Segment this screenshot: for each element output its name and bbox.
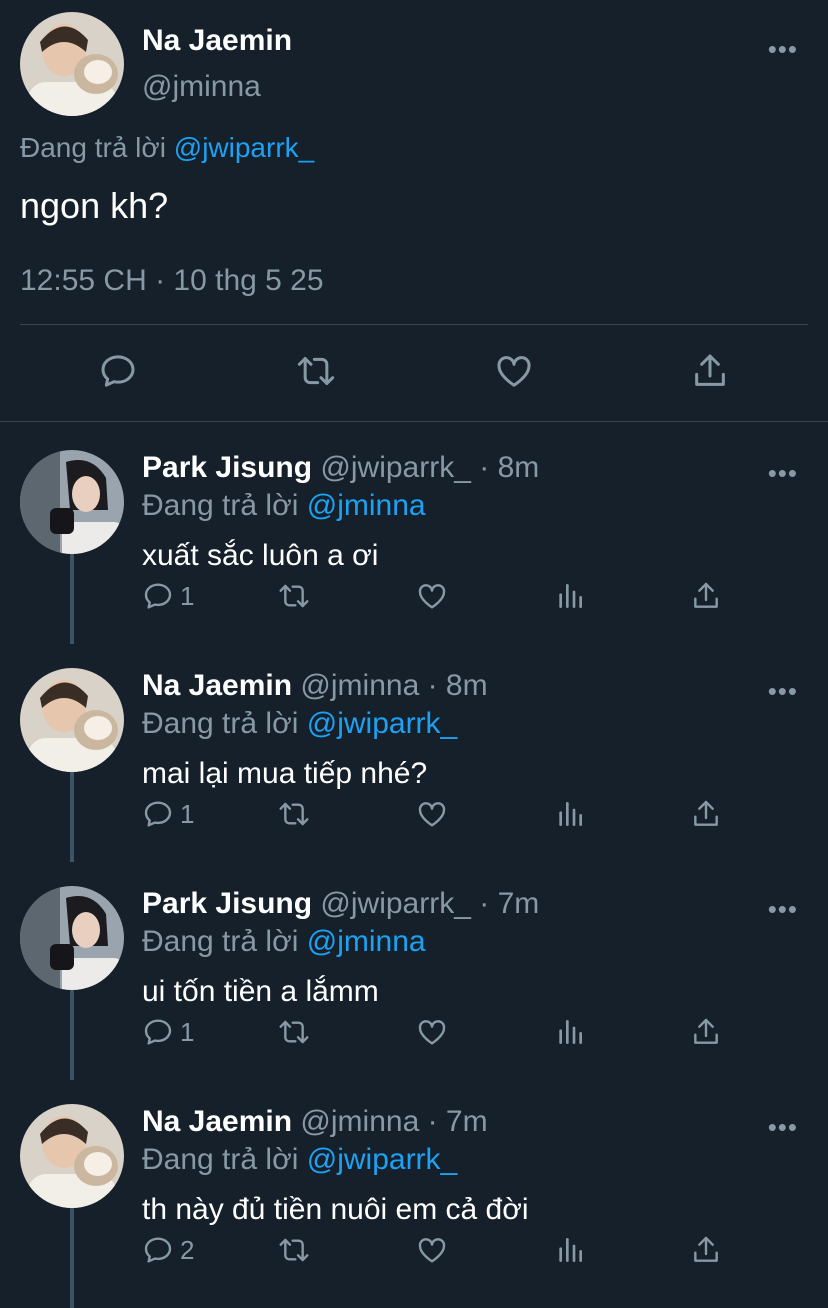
replying-to: Đang trả lời @jwiparrk_	[142, 706, 808, 742]
like-icon[interactable]	[416, 1234, 448, 1266]
mention-link[interactable]: @jminna	[307, 925, 426, 958]
replying-to: Đang trả lời @jminna	[142, 924, 808, 960]
like-icon[interactable]	[416, 798, 448, 830]
main-tweet: Na Jaemin @jminna ••• Đang trả lời @jwip…	[0, 0, 828, 325]
replying-to-label: Đang trả lời	[20, 132, 166, 163]
replying-to-label: Đang trả lời	[142, 1143, 299, 1176]
reply-button[interactable]: 2	[142, 1234, 194, 1266]
reply-count: 1	[180, 1016, 195, 1047]
reply-tweet[interactable]: Na Jaemin @jminna · 7m Đang trả lời @jwi…	[0, 1076, 828, 1294]
display-name[interactable]: Park Jisung	[142, 887, 312, 920]
share-icon[interactable]	[690, 798, 722, 830]
handle-and-time[interactable]: @jwiparrk_ · 7m	[320, 887, 539, 920]
reply-button[interactable]: 1	[142, 580, 194, 612]
avatar[interactable]	[20, 1104, 124, 1208]
handle-and-time[interactable]: @jminna · 8m	[300, 669, 487, 702]
reply-button[interactable]: 1	[142, 798, 194, 830]
main-tweet-actions	[0, 325, 828, 421]
reply-icon	[144, 801, 172, 827]
display-name[interactable]: Na Jaemin	[142, 669, 292, 702]
retweet-icon[interactable]	[276, 1234, 312, 1266]
divider	[20, 324, 808, 325]
tweet-actions: 2	[142, 1234, 722, 1274]
tweet-text: ui tốn tiền a lắmm	[142, 975, 379, 1008]
more-options-icon[interactable]: •••	[768, 678, 798, 704]
reply-tweet[interactable]: Park Jisung @jwiparrk_ · 8m Đang trả lời…	[0, 422, 828, 640]
like-icon[interactable]	[494, 351, 534, 396]
tweet-text: ngon kh?	[20, 185, 169, 226]
display-name[interactable]: Na Jaemin	[142, 24, 292, 58]
analytics-icon[interactable]	[554, 1016, 586, 1048]
tweet-text: xuất sắc luôn a ơi	[142, 539, 379, 572]
reply-tweet[interactable]: Na Jaemin @jminna · 8m Đang trả lời @jwi…	[0, 640, 828, 858]
replying-to: Đang trả lời @jminna	[142, 488, 808, 524]
share-icon[interactable]	[690, 580, 722, 612]
like-icon[interactable]	[416, 580, 448, 612]
mention-link[interactable]: @jminna	[307, 489, 426, 522]
avatar[interactable]	[20, 12, 124, 116]
display-name[interactable]: Na Jaemin	[142, 1105, 292, 1138]
handle-and-time[interactable]: @jminna · 7m	[300, 1105, 487, 1138]
analytics-icon[interactable]	[554, 580, 586, 612]
like-icon[interactable]	[416, 1016, 448, 1048]
reply-count: 2	[180, 1234, 195, 1265]
share-icon[interactable]	[690, 351, 730, 396]
tweet-actions: 1	[142, 1016, 722, 1056]
tweet-timestamp[interactable]: 12:55 CH · 10 thg 5 25	[20, 264, 808, 298]
reply-icon[interactable]	[98, 351, 138, 396]
analytics-icon[interactable]	[554, 1234, 586, 1266]
retweet-icon[interactable]	[276, 1016, 312, 1048]
replying-to-label: Đang trả lời	[142, 489, 299, 522]
share-icon[interactable]	[690, 1016, 722, 1048]
replying-to-label: Đang trả lời	[142, 925, 299, 958]
reply-thread: Park Jisung @jwiparrk_ · 8m Đang trả lời…	[0, 422, 828, 1308]
avatar[interactable]	[20, 886, 124, 990]
avatar[interactable]	[20, 668, 124, 772]
reply-count: 1	[180, 580, 195, 611]
handle-and-time[interactable]: @jwiparrk_ · 8m	[320, 451, 539, 484]
tweet-actions: 1	[142, 798, 722, 838]
reply-icon	[144, 583, 172, 609]
display-name[interactable]: Park Jisung	[142, 451, 312, 484]
main-tweet-header: Na Jaemin @jminna	[20, 12, 808, 118]
mention-link[interactable]: @jwiparrk_	[174, 132, 314, 163]
share-icon[interactable]	[690, 1234, 722, 1266]
replying-to: Đang trả lời @jwiparrk_	[20, 132, 808, 164]
analytics-icon[interactable]	[554, 798, 586, 830]
more-options-icon[interactable]: •••	[768, 460, 798, 486]
retweet-icon[interactable]	[276, 580, 312, 612]
retweet-icon[interactable]	[276, 798, 312, 830]
reply-count: 1	[180, 798, 195, 829]
replying-to-label: Đang trả lời	[142, 707, 299, 740]
user-handle[interactable]: @jminna	[142, 68, 292, 106]
more-options-icon[interactable]: •••	[768, 36, 798, 62]
reply-button[interactable]: 1	[142, 1016, 194, 1048]
reply-icon	[144, 1019, 172, 1045]
tweet-text: th này đủ tiền nuôi em cả đời	[142, 1193, 529, 1226]
tweet-text: mai lại mua tiếp nhé?	[142, 757, 428, 790]
more-options-icon[interactable]: •••	[768, 896, 798, 922]
more-options-icon[interactable]: •••	[768, 1114, 798, 1140]
mention-link[interactable]: @jwiparrk_	[307, 1143, 457, 1176]
retweet-icon[interactable]	[294, 351, 338, 396]
replying-to: Đang trả lời @jwiparrk_	[142, 1142, 808, 1178]
tweet-actions: 1	[142, 580, 722, 620]
avatar[interactable]	[20, 450, 124, 554]
reply-tweet[interactable]: Park Jisung @jwiparrk_ · 7m Đang trả lời…	[0, 858, 828, 1076]
reply-icon	[144, 1237, 172, 1263]
mention-link[interactable]: @jwiparrk_	[307, 707, 457, 740]
